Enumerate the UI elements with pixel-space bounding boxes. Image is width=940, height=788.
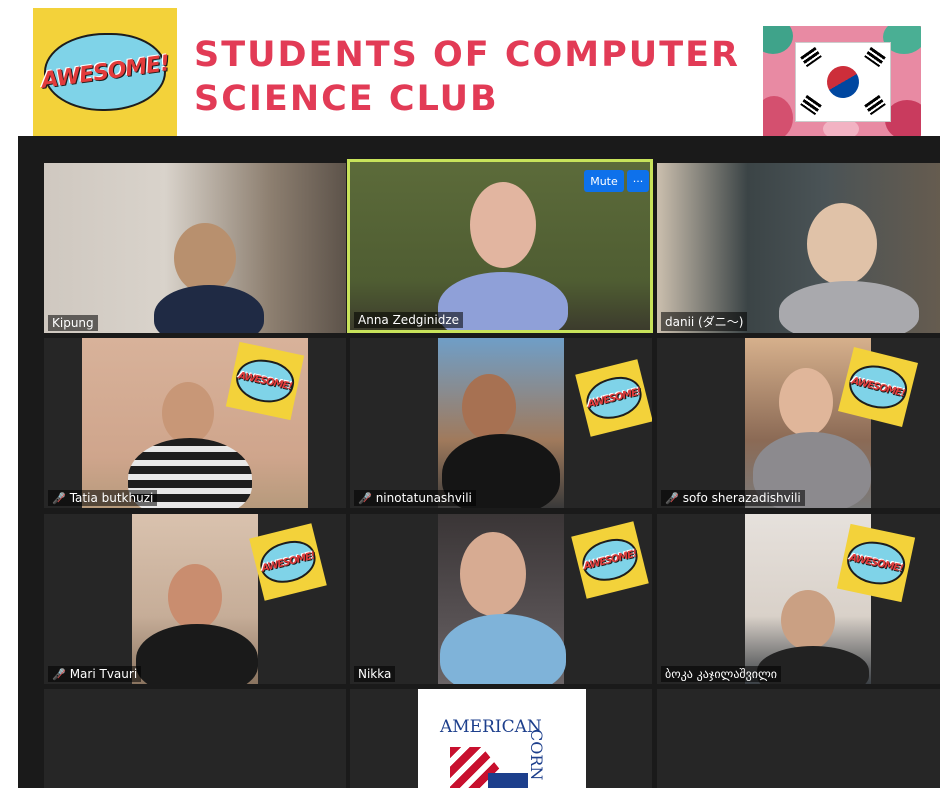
awesome-sticker: AWESOME!	[225, 341, 305, 421]
taegeuk-symbol	[821, 60, 865, 104]
muted-mic-icon: 🎤̸	[52, 667, 66, 681]
awesome-sticker: AWESOME!	[836, 523, 916, 603]
participant-name: Anna Zedginidze	[354, 312, 463, 328]
participant-name: Nikka	[354, 666, 396, 682]
participant-name: ბოკა კაჯილაშვილი	[661, 666, 781, 682]
more-options-button[interactable]: ···	[627, 170, 649, 192]
stars-graphic	[488, 773, 528, 788]
video-tile[interactable]: AWESOME! 🎤̸ ninotatunashvili	[350, 338, 652, 508]
video-tile[interactable]: AWESOME! ბოკა კაჯილაშვილი	[657, 514, 940, 684]
video-tile-empty	[44, 689, 346, 788]
participant-name: 🎤̸ ninotatunashvili	[354, 490, 476, 506]
participant-name: 🎤̸ sofo sherazadishvili	[661, 490, 805, 506]
video-tile-active-speaker[interactable]: Mute ··· Anna Zedginidze	[347, 159, 653, 333]
club-title-line-2: SCIENCE CLUB	[194, 79, 499, 119]
muted-mic-icon: 🎤̸	[665, 491, 679, 505]
muted-mic-icon: 🎤̸	[52, 491, 66, 505]
participant-name: 🎤̸ Tatia butkhuzi	[48, 490, 158, 506]
participant-name: danii (ダニ〜)	[661, 312, 748, 331]
video-tile[interactable]: danii (ダニ〜)	[657, 163, 940, 333]
video-tile[interactable]: AWESOME! Nikka	[350, 514, 652, 684]
participant-name: 🎤̸ Mari Tvauri	[48, 666, 142, 682]
awesome-sticker: AWESOME!	[571, 521, 649, 599]
american-corner-logo: AMERICAN CORN	[418, 689, 586, 788]
participant-name: Kipung	[48, 315, 98, 331]
video-tile[interactable]: AMERICAN CORN	[350, 689, 652, 788]
video-tile[interactable]: AWESOME! 🎤̸ sofo sherazadishvili	[657, 338, 940, 508]
muted-mic-icon: 🎤̸	[358, 491, 372, 505]
video-tile[interactable]: AWESOME! 🎤̸ Tatia butkhuzi	[44, 338, 346, 508]
mute-button[interactable]: Mute	[584, 170, 624, 192]
logo-word: AWESOME!	[39, 50, 171, 94]
video-tile[interactable]: AWESOME! 🎤̸ Mari Tvauri	[44, 514, 346, 684]
video-gallery: Kipung Mute ··· Anna Zedginidze danii (ダ…	[18, 136, 940, 788]
awesome-sticker: AWESOME!	[249, 523, 327, 601]
korean-flag-image	[763, 26, 921, 136]
video-tile-empty	[657, 689, 940, 788]
flag	[795, 42, 891, 122]
video-tile[interactable]: Kipung	[44, 163, 346, 333]
comic-cloud: AWESOME!	[40, 33, 170, 111]
logo-text-vertical: CORN	[527, 729, 546, 781]
awesome-logo: AWESOME!	[33, 8, 177, 136]
club-title-line-1: STUDENTS OF COMPUTER	[194, 35, 740, 75]
awesome-sticker: AWESOME!	[575, 359, 652, 437]
